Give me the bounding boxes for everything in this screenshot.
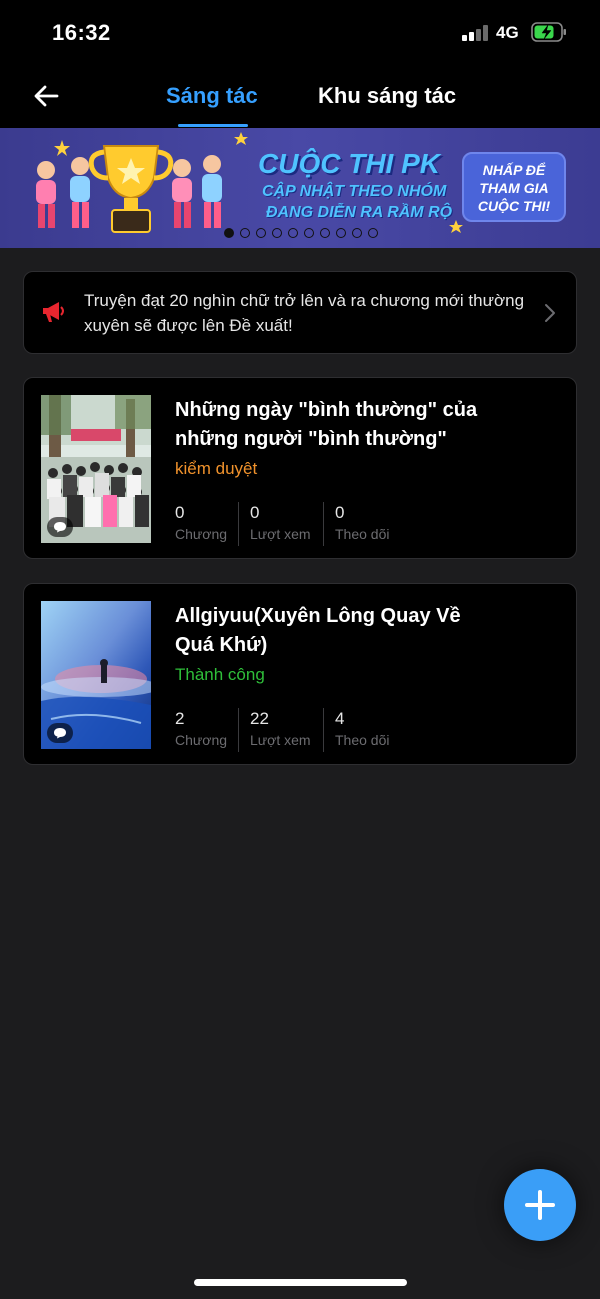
- stat-label: Lượt xem: [250, 732, 311, 748]
- pagination-dot[interactable]: [304, 228, 314, 238]
- stat-chapters: 2 Chương: [175, 708, 238, 752]
- status-time: 16:32: [52, 20, 111, 45]
- top-navigation: Sáng tác Khu sáng tác: [0, 64, 600, 128]
- megaphone-icon: [43, 302, 64, 322]
- pagination-dot[interactable]: [240, 228, 250, 238]
- chevron-right-icon: [545, 304, 555, 322]
- stat-label: Chương: [175, 732, 228, 748]
- recommendation-notice[interactable]: Truyện đạt 20 nghìn chữ trở lên và ra ch…: [23, 271, 577, 354]
- stat-followers: 4 Theo dõi: [323, 708, 403, 752]
- stat-views: 0 Lượt xem: [238, 502, 323, 546]
- pagination-dot[interactable]: [320, 228, 330, 238]
- banner-line-1: CẬP NHẬT THEO NHÓM: [262, 183, 447, 200]
- pagination-dot[interactable]: [368, 228, 378, 238]
- stat-label: Theo dõi: [335, 732, 390, 748]
- tab-khu-sang-tac[interactable]: Khu sáng tác: [318, 83, 456, 109]
- stat-value: 2: [175, 709, 185, 728]
- contest-banner[interactable]: CUỘC THI PK CẬP NHẬT THEO NHÓM ĐANG DIỄN…: [0, 128, 600, 248]
- comment-bubble-icon: [47, 517, 73, 537]
- stat-value: 0: [175, 503, 185, 522]
- banner-pagination: [224, 228, 378, 238]
- battery-icon: [531, 22, 566, 42]
- stat-followers: 0 Theo dõi: [323, 502, 403, 546]
- stat-value: 0: [335, 503, 345, 522]
- story-status: Thành công: [175, 665, 265, 684]
- banner-title: CUỘC THI PK: [258, 148, 440, 179]
- story-title: Những ngày "bình thường" của những người…: [175, 399, 478, 450]
- stat-value: 4: [335, 709, 345, 728]
- stat-chapters: 0 Chương: [175, 502, 238, 546]
- banner-cta-button[interactable]: NHẤP ĐỂ THAM GIA CUỘC THI!: [462, 152, 566, 222]
- tab-sang-tac[interactable]: Sáng tác: [166, 83, 258, 109]
- stat-value: 22: [250, 709, 269, 728]
- story-stats: 2 Chương 22 Lượt xem 4 Theo dõi: [175, 708, 403, 752]
- pagination-dot[interactable]: [336, 228, 346, 238]
- banner-line-2: ĐANG DIỄN RA RẦM RỘ: [266, 204, 453, 221]
- notice-text: Truyện đạt 20 nghìn chữ trở lên và ra ch…: [84, 291, 525, 335]
- story-card[interactable]: Những ngày "bình thường" của những người…: [23, 377, 577, 559]
- stat-label: Chương: [175, 526, 228, 542]
- stat-label: Theo dõi: [335, 526, 390, 542]
- story-card[interactable]: Allgiyuu(Xuyên Lông Quay Về Quá Khứ) Thà…: [23, 583, 577, 765]
- story-stats: 0 Chương 0 Lượt xem 0 Theo dõi: [175, 502, 403, 546]
- stat-label: Lượt xem: [250, 526, 311, 542]
- story-title: Allgiyuu(Xuyên Lông Quay Về Quá Khứ): [175, 605, 461, 656]
- stat-views: 22 Lượt xem: [238, 708, 323, 752]
- status-bar: 16:32 4G: [0, 0, 600, 64]
- plus-icon: [525, 1190, 555, 1220]
- add-story-button[interactable]: [504, 1169, 576, 1241]
- back-arrow-icon[interactable]: [30, 80, 62, 112]
- pagination-dot[interactable]: [288, 228, 298, 238]
- pagination-dot[interactable]: [352, 228, 362, 238]
- story-status: kiểm duyệt: [175, 459, 258, 478]
- active-tab-indicator: [178, 124, 248, 127]
- stat-value: 0: [250, 503, 260, 522]
- home-indicator[interactable]: [194, 1279, 407, 1286]
- signal-icon: [462, 25, 490, 41]
- story-cover-image: [41, 395, 151, 543]
- story-cover-image: [41, 601, 151, 749]
- comment-bubble-icon: [47, 723, 73, 743]
- pagination-dot[interactable]: [224, 228, 234, 238]
- pagination-dot[interactable]: [272, 228, 282, 238]
- network-label: 4G: [496, 23, 519, 42]
- pagination-dot[interactable]: [256, 228, 266, 238]
- top-bar: 16:32 4G Sáng tác Khu sáng tác: [0, 0, 600, 128]
